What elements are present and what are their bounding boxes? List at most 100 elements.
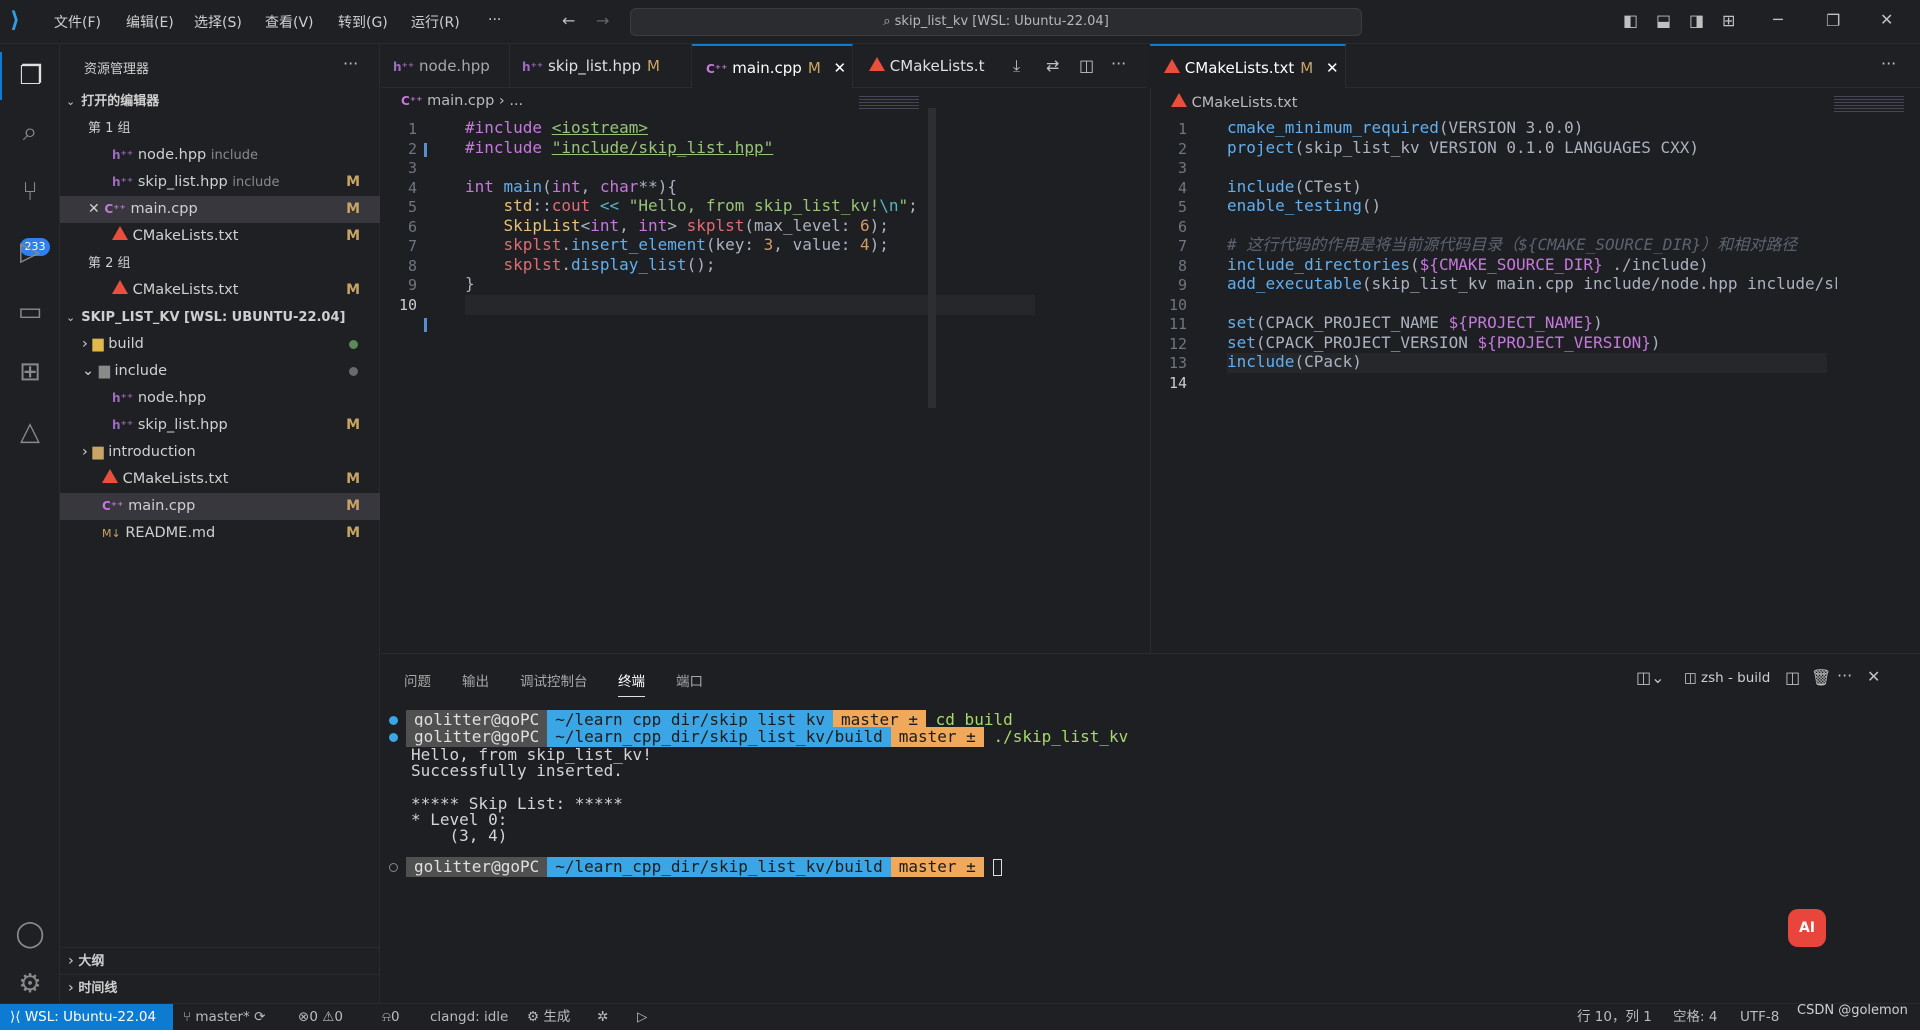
new-terminal-split-icon[interactable]: ◫⌄ xyxy=(1636,670,1665,686)
ai-assistant-icon[interactable]: AI xyxy=(1788,909,1826,947)
open-editor-node-hpp[interactable]: h⁺⁺ node.hpp include xyxy=(60,142,380,169)
tab-output[interactable]: 输出 xyxy=(462,670,489,690)
tab-terminal[interactable]: 终端 xyxy=(618,670,645,697)
tab-ports[interactable]: 端口 xyxy=(676,670,703,690)
cmake-icon[interactable]: △ xyxy=(0,408,60,456)
close-tab-icon[interactable]: ✕ xyxy=(1326,59,1339,77)
editor-cmakelists[interactable]: CMakeLists.txt 1 2 3 4 5 6 7 8 9 10 11 1… xyxy=(1150,88,1920,653)
debug-icon[interactable]: ✲ xyxy=(597,1004,608,1030)
error-icon: ⊗ xyxy=(298,1009,310,1025)
editor-main-cpp[interactable]: C⁺⁺ main.cpp › ... 1 2 3 4 5 6 7 8 9 10 … xyxy=(381,88,1147,653)
folder-include[interactable]: ⌄ ▆ include xyxy=(60,358,380,385)
clangd-status[interactable]: clangd: idle xyxy=(430,1004,508,1030)
menu-run[interactable]: 运行(R) xyxy=(411,12,460,32)
ports-indicator[interactable]: ⍾0 xyxy=(382,1004,400,1030)
tab-skip-list-hpp[interactable]: h⁺⁺ skip_list.hpp M xyxy=(510,44,692,88)
file-node-hpp[interactable]: h⁺⁺ node.hpp xyxy=(60,385,380,412)
split-terminal-icon[interactable]: ◫ xyxy=(1785,670,1800,686)
outline-header[interactable]: › 大纲 xyxy=(60,947,380,974)
breadcrumb[interactable]: C⁺⁺ main.cpp › ... xyxy=(401,93,523,109)
more-actions-icon[interactable]: ··· xyxy=(1111,56,1126,72)
menu-go[interactable]: 转到(G) xyxy=(338,12,388,32)
folder-build[interactable]: › ▆ build xyxy=(60,331,380,358)
toggle-primary-sidebar-icon[interactable]: ◧ xyxy=(1623,13,1638,29)
tab-debug-console[interactable]: 调试控制台 xyxy=(520,670,588,690)
tab-problems[interactable]: 问题 xyxy=(404,670,431,690)
cmake-file-icon xyxy=(112,280,128,294)
tab-cmakelists-left[interactable]: CMakeLists.t xyxy=(853,44,1033,88)
accounts-icon[interactable]: ◯ xyxy=(0,910,60,958)
terminal-output[interactable]: Hello, from skip_list_kv! Successfully in… xyxy=(411,746,652,845)
menu-view[interactable]: 查看(V) xyxy=(265,12,314,32)
gutter-modified-mark xyxy=(424,143,427,157)
cmake-build-icon[interactable]: ⤓ xyxy=(1013,58,1020,74)
run-icon[interactable]: ▷ xyxy=(637,1004,647,1030)
more-actions-icon[interactable]: ··· xyxy=(1881,56,1896,72)
run-debug-icon[interactable]: ▷ xyxy=(0,228,60,276)
close-editor-icon[interactable]: ✕ xyxy=(88,201,100,217)
terminal-prompt[interactable]: golitter@goPC ~/learn_cpp_dir/skip_list_k… xyxy=(406,857,1003,877)
problems-indicator[interactable]: ⊗0 ⚠0 xyxy=(298,1004,343,1030)
minimize-icon[interactable]: ─ xyxy=(1773,12,1783,28)
forward-arrow-icon[interactable]: → xyxy=(596,13,609,29)
folder-introduction[interactable]: › ▆ introduction xyxy=(60,439,380,466)
branch-indicator[interactable]: ⑂ master* ⟳ xyxy=(183,1004,265,1030)
terminal-line-2[interactable]: golitter@goPC ~/learn_cpp_dir/skip_list_k… xyxy=(406,727,1128,747)
terminal-selector[interactable]: ◫ zsh - build xyxy=(1684,670,1770,686)
command-center-search[interactable]: ⌕ skip_list_kv [WSL: Ubuntu-22.04] xyxy=(630,8,1362,36)
panel-more-icon[interactable]: ··· xyxy=(1837,668,1852,684)
back-arrow-icon[interactable]: ← xyxy=(562,13,575,29)
close-window-icon[interactable]: ✕ xyxy=(1880,12,1893,28)
remote-indicator[interactable]: ⟩⟨ WSL: Ubuntu-22.04 xyxy=(0,1004,173,1030)
explorer-icon[interactable]: ❐ xyxy=(0,52,60,100)
timeline-header[interactable]: › 时间线 xyxy=(60,974,380,1001)
explorer-more-icon[interactable]: ··· xyxy=(343,56,358,72)
code-content[interactable]: #include <iostream> #include "include/sk… xyxy=(465,118,918,294)
menu-selection[interactable]: 选择(S) xyxy=(194,12,242,32)
cursor-position[interactable]: 行 10，列 1 xyxy=(1577,1004,1652,1030)
indentation[interactable]: 空格: 4 xyxy=(1673,1004,1717,1030)
menu-more[interactable]: ··· xyxy=(488,12,501,28)
menu-edit[interactable]: 编辑(E) xyxy=(126,12,174,32)
file-cmakelists[interactable]: CMakeLists.txt M xyxy=(60,466,380,493)
toggle-panel-icon[interactable]: ⬓ xyxy=(1656,13,1671,29)
title-bar: ⟩ 文件(F) 编辑(E) 选择(S) 查看(V) 转到(G) 运行(R) ··… xyxy=(0,0,1920,44)
tab-main-cpp[interactable]: C⁺⁺ main.cpp M ✕ xyxy=(692,44,853,88)
menu-file[interactable]: 文件(F) xyxy=(54,12,101,32)
settings-gear-icon[interactable]: ⚙ xyxy=(0,960,60,1008)
encoding[interactable]: UTF-8 xyxy=(1740,1004,1779,1030)
customize-layout-icon[interactable]: ⊞ xyxy=(1722,13,1735,29)
kill-terminal-icon[interactable]: 🗑 xyxy=(1811,670,1831,686)
source-control-icon[interactable]: ⑂ xyxy=(0,168,60,216)
search-view-icon[interactable]: ⌕ xyxy=(0,108,60,156)
split-editor-icon[interactable]: ◫ xyxy=(1079,58,1094,74)
file-main-cpp[interactable]: C⁺⁺ main.cpp M xyxy=(60,493,380,520)
scrollbar[interactable] xyxy=(928,108,936,408)
close-panel-icon[interactable]: ✕ xyxy=(1867,669,1880,685)
minimap[interactable] xyxy=(1834,96,1904,114)
tab-node-hpp[interactable]: h⁺⁺ node.hpp xyxy=(381,44,510,88)
activity-bar: ❐ ⌕ ⑂ 233 ▷ ▭ ⊞ △ ◯ ⚙ xyxy=(0,44,60,1003)
open-editor-skip-list-hpp[interactable]: h⁺⁺ skip_list.hpp include M xyxy=(60,169,380,196)
open-editor-cmakelists-2[interactable]: CMakeLists.txt M xyxy=(60,277,380,304)
code-content[interactable]: cmake_minimum_required(VERSION 3.0.0) pr… xyxy=(1227,118,1837,372)
restore-icon[interactable]: ❐ xyxy=(1826,13,1840,29)
breadcrumb[interactable]: CMakeLists.txt xyxy=(1171,93,1297,111)
toggle-secondary-sidebar-icon[interactable]: ◨ xyxy=(1689,13,1704,29)
tab-cmakelists-right[interactable]: CMakeLists.txt M ✕ xyxy=(1150,44,1346,88)
file-skip-list-hpp[interactable]: h⁺⁺ skip_list.hpp M xyxy=(60,412,380,439)
git-status-dot xyxy=(349,340,358,349)
chevron-right-icon: › xyxy=(82,444,88,460)
open-editor-cmakelists[interactable]: CMakeLists.txt M xyxy=(60,223,380,250)
close-tab-icon[interactable]: ✕ xyxy=(834,59,847,77)
compare-changes-icon[interactable]: ⇄ xyxy=(1046,58,1059,74)
build-button[interactable]: ⚙ 生成 xyxy=(527,1004,570,1030)
open-editor-main-cpp[interactable]: ✕ C⁺⁺ main.cpp M xyxy=(60,196,380,223)
minimap[interactable] xyxy=(859,96,919,110)
project-header[interactable]: ⌄ SKIP_LIST_KV [WSL: UBUNTU-22.04] xyxy=(60,304,380,331)
open-editors-header[interactable]: ⌄ 打开的编辑器 xyxy=(60,88,380,115)
remote-explorer-icon[interactable]: ▭ xyxy=(0,288,60,336)
extensions-icon[interactable]: ⊞ xyxy=(0,348,60,396)
cmake-file-icon xyxy=(112,226,128,240)
file-readme[interactable]: M↓ README.md M xyxy=(60,520,380,547)
